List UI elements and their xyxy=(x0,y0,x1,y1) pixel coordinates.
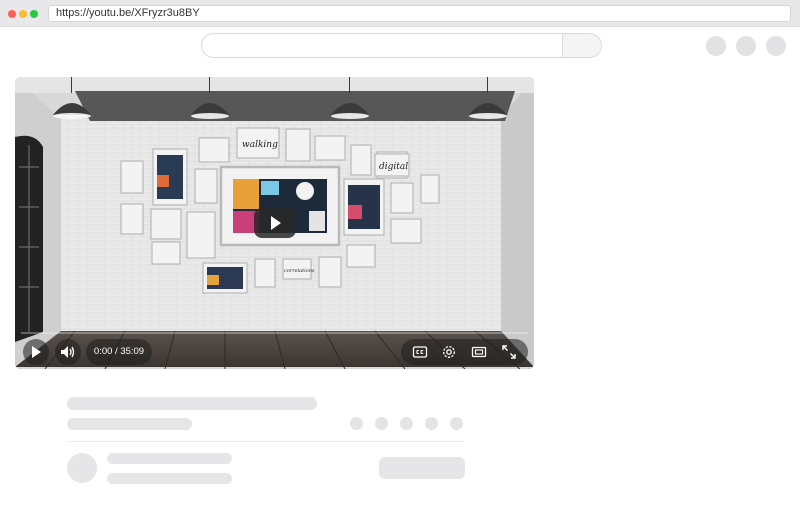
search-button[interactable] xyxy=(562,34,601,57)
scene-word-correlations: correlations xyxy=(284,268,315,274)
notifications-icon[interactable] xyxy=(736,36,756,56)
scene-word-walking: walking xyxy=(242,140,278,150)
video-player[interactable]: walking digital correlations 0:00 / 35:0… xyxy=(15,77,534,369)
settings-gear-icon[interactable] xyxy=(441,344,457,360)
volume-button[interactable] xyxy=(55,339,81,365)
theater-mode-icon[interactable] xyxy=(471,344,487,360)
progress-bar[interactable] xyxy=(21,332,528,334)
play-button[interactable] xyxy=(23,339,49,365)
action-placeholder-3 xyxy=(400,417,413,430)
account-avatar-icon[interactable] xyxy=(766,36,786,56)
action-placeholder-2 xyxy=(375,417,388,430)
subtitle-placeholder xyxy=(67,418,192,430)
minimize-window-dot[interactable] xyxy=(19,10,27,18)
channel-name-placeholder xyxy=(107,453,232,464)
title-placeholder xyxy=(67,397,317,410)
scene-word-digital: digital xyxy=(379,162,408,172)
maximize-window-dot[interactable] xyxy=(30,10,38,18)
action-placeholder-4 xyxy=(425,417,438,430)
address-bar[interactable]: https://youtu.be/XFryzr3u8BY xyxy=(48,5,791,22)
volume-icon xyxy=(61,346,75,358)
browser-toolbar: https://youtu.be/XFryzr3u8BY xyxy=(0,0,800,27)
action-placeholder-1 xyxy=(350,417,363,430)
create-icon[interactable] xyxy=(706,36,726,56)
fullscreen-icon[interactable] xyxy=(501,344,517,360)
time-display: 0:00 / 35:09 xyxy=(86,339,152,365)
close-window-dot[interactable] xyxy=(8,10,16,18)
channel-avatar-placeholder xyxy=(67,453,97,483)
captions-icon[interactable] xyxy=(412,344,428,360)
search-input[interactable] xyxy=(202,34,563,57)
play-icon xyxy=(32,346,41,358)
divider xyxy=(67,441,464,442)
large-play-button[interactable] xyxy=(254,208,296,238)
subscribe-button-placeholder xyxy=(379,457,465,479)
search-box xyxy=(201,33,602,58)
action-placeholder-5 xyxy=(450,417,463,430)
channel-subs-placeholder xyxy=(107,473,232,484)
